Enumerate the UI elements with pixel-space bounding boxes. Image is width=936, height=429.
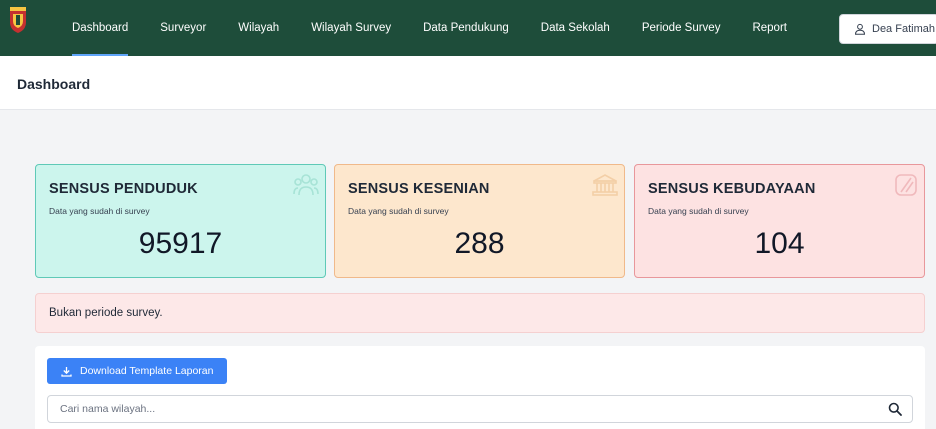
page-title: Dashboard <box>17 76 91 92</box>
card-value: 288 <box>454 227 505 260</box>
nav-data-sekolah[interactable]: Data Sekolah <box>525 0 626 56</box>
download-button-label: Download Template Laporan <box>80 365 214 377</box>
user-menu-button[interactable]: Dea Fatimah <box>839 14 936 44</box>
user-name: Dea Fatimah <box>872 23 935 35</box>
search-box <box>47 395 913 423</box>
card-title: SENSUS PENDUDUK <box>49 181 198 197</box>
card-value: 104 <box>754 227 805 260</box>
download-template-button[interactable]: Download Template Laporan <box>47 358 227 384</box>
nav-surveyor[interactable]: Surveyor <box>144 0 222 56</box>
nav-wilayah-survey[interactable]: Wilayah Survey <box>295 0 407 56</box>
users-icon <box>293 174 319 196</box>
card-title: SENSUS KEBUDAYAAN <box>648 181 816 197</box>
download-icon <box>61 366 72 377</box>
page-header: Dashboard <box>0 56 936 110</box>
search-icon[interactable] <box>888 402 902 416</box>
emblem-logo[interactable] <box>8 6 28 34</box>
nav-periode-survey[interactable]: Periode Survey <box>626 0 737 56</box>
nav-wilayah[interactable]: Wilayah <box>222 0 295 56</box>
card-sensus-penduduk: SENSUS PENDUDUK Data yang sudah di surve… <box>35 164 326 278</box>
search-input[interactable] <box>48 396 878 422</box>
nav-report[interactable]: Report <box>736 0 803 56</box>
periode-alert: Bukan periode survey. <box>35 293 925 333</box>
card-sensus-kesenian: SENSUS KESENIAN Data yang sudah di surve… <box>334 164 625 278</box>
card-subtitle: Data yang sudah di survey <box>49 206 150 216</box>
culture-icon <box>895 174 917 196</box>
card-title: SENSUS KESENIAN <box>348 181 490 197</box>
report-panel: Download Template Laporan <box>35 346 925 429</box>
card-subtitle: Data yang sudah di survey <box>648 206 749 216</box>
card-value: 95917 <box>138 227 223 260</box>
user-icon <box>854 23 866 35</box>
museum-icon <box>592 174 618 196</box>
nav-dashboard[interactable]: Dashboard <box>56 0 144 56</box>
card-subtitle: Data yang sudah di survey <box>348 206 449 216</box>
top-navbar: Dashboard Surveyor Wilayah Wilayah Surve… <box>0 0 936 56</box>
card-sensus-kebudayaan: SENSUS KEBUDAYAAN Data yang sudah di sur… <box>634 164 925 278</box>
alert-text: Bukan periode survey. <box>49 307 163 319</box>
nav-data-pendukung[interactable]: Data Pendukung <box>407 0 525 56</box>
